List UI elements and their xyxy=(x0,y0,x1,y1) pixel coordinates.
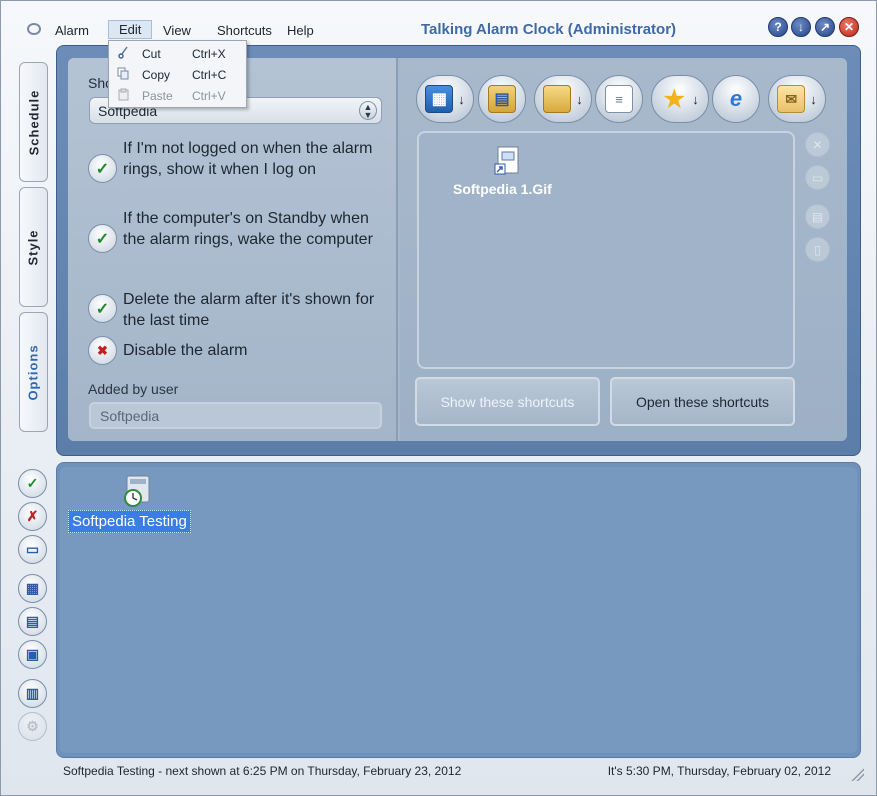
open-folder-icon: ▤ xyxy=(488,85,516,113)
menu-paste-label: Paste xyxy=(142,89,173,103)
spin-arrows-icon[interactable]: ▲ ▼ xyxy=(359,101,377,120)
calendar-list-icon[interactable]: ▤ xyxy=(18,607,47,636)
close-icon[interactable]: ✕ xyxy=(839,17,859,37)
menu-help[interactable]: Help xyxy=(281,22,320,39)
add-program-icon: ▦ xyxy=(425,85,454,113)
tab-schedule-label: Schedule xyxy=(26,89,42,155)
app-window: Alarm Edit View Shortcuts Help Talking A… xyxy=(0,0,877,796)
menu-shortcuts[interactable]: Shortcuts xyxy=(211,22,278,39)
calendar-grid-icon[interactable]: ▦ xyxy=(18,574,47,603)
check-disable-alarm[interactable]: ✖ xyxy=(88,336,117,365)
check-wake-computer[interactable]: ✓ xyxy=(88,224,117,253)
menu-copy[interactable]: Copy Ctrl+C xyxy=(109,64,246,85)
check-delete-after-shown-label: Delete the alarm after it's shown for th… xyxy=(123,291,375,329)
dropdown-arrow-icon: ↓ xyxy=(692,91,699,107)
internet-explorer-icon: e xyxy=(729,86,743,111)
tab-style[interactable]: Style xyxy=(19,187,48,307)
menu-alarm[interactable]: Alarm xyxy=(49,22,95,39)
help-icon[interactable]: ? xyxy=(768,17,788,37)
restore-icon[interactable]: ↗ xyxy=(815,17,835,37)
ok-check-icon[interactable]: ✓ xyxy=(18,469,47,498)
menu-cut-shortcut: Ctrl+X xyxy=(192,47,226,61)
copy-icon xyxy=(117,67,129,80)
menu-paste-shortcut: Ctrl+V xyxy=(192,89,226,103)
check-wake-computer-label: If the computer's on Standby when the al… xyxy=(123,210,373,248)
menu-paste[interactable]: Paste Ctrl+V xyxy=(109,85,246,106)
menu-cut[interactable]: Cut Ctrl+X xyxy=(109,43,246,64)
email-icon: ✉ xyxy=(777,85,806,113)
menu-cut-label: Cut xyxy=(142,47,161,61)
document-icon: ≡ xyxy=(605,85,633,113)
cancel-alarm-icon[interactable]: ✗ xyxy=(18,502,47,531)
tab-options[interactable]: Options xyxy=(19,312,48,432)
status-current-time: It's 5:30 PM, Thursday, February 02, 201… xyxy=(607,764,831,778)
menu-view[interactable]: View xyxy=(157,22,197,39)
internet-button[interactable]: e xyxy=(712,75,760,123)
calendar-window-icon[interactable]: ▥ xyxy=(18,679,47,708)
menu-copy-label: Copy xyxy=(142,68,171,82)
edit-menu: Cut Ctrl+X Copy Ctrl+C Paste Ctrl+V xyxy=(108,40,247,108)
document-button[interactable]: ≡ xyxy=(595,75,643,123)
email-button[interactable]: ✉ ↓ xyxy=(768,75,826,123)
delete-icon[interactable]: ✕ xyxy=(805,132,830,157)
open-folder-button[interactable]: ▤ xyxy=(478,75,526,123)
tab-style-label: Style xyxy=(26,228,42,266)
check-show-on-logon-label: If I'm not logged on when the alarm ring… xyxy=(123,140,373,178)
alarm-clock-icon[interactable] xyxy=(123,475,151,507)
check-disable-alarm-label: Disable the alarm xyxy=(123,342,248,359)
check-delete-after-shown[interactable]: ✓ xyxy=(88,294,117,323)
app-icon[interactable] xyxy=(27,23,41,35)
add-program-button[interactable]: ▦ ↓ xyxy=(416,75,474,123)
added-by-field[interactable]: Softpedia xyxy=(89,402,382,429)
minimize-icon[interactable]: ↓ xyxy=(791,17,811,37)
dropdown-arrow-icon: ↓ xyxy=(576,91,583,107)
menu-edit[interactable]: Edit xyxy=(108,20,153,39)
display-icon[interactable]: ▭ xyxy=(18,535,47,564)
shortcut-file-icon[interactable] xyxy=(494,146,522,176)
paste-icon xyxy=(118,88,129,101)
menu-copy-shortcut: Ctrl+C xyxy=(192,68,227,82)
calendar-day-icon[interactable]: ▣ xyxy=(18,640,47,669)
cut-icon xyxy=(118,46,128,59)
properties-icon[interactable]: ▭ xyxy=(805,165,830,190)
status-next-alarm: Softpedia Testing - next shown at 6:25 P… xyxy=(63,764,462,778)
rename-icon[interactable]: ▤ xyxy=(805,204,830,229)
folder-icon xyxy=(543,85,572,113)
settings-disabled-icon[interactable]: ⚙ xyxy=(18,712,47,741)
resize-grip-icon[interactable] xyxy=(850,767,864,781)
favorites-star-icon: ★ xyxy=(663,85,685,113)
tab-schedule[interactable]: Schedule xyxy=(19,62,48,182)
tab-options-label: Options xyxy=(26,343,42,401)
check-show-on-logon[interactable]: ✓ xyxy=(88,154,117,183)
window-title: Talking Alarm Clock (Administrator) xyxy=(421,21,677,38)
folder-button[interactable]: ↓ xyxy=(534,75,592,123)
copy-icon[interactable]: ▯ xyxy=(805,237,830,262)
open-shortcuts-button[interactable]: Open these shortcuts xyxy=(610,377,795,426)
show-shortcuts-button[interactable]: Show these shortcuts xyxy=(415,377,600,426)
added-by-label: Added by user xyxy=(88,381,179,397)
dropdown-arrow-icon: ↓ xyxy=(458,91,465,107)
shortcut-list[interactable] xyxy=(417,131,795,369)
favorites-button[interactable]: ★ ↓ xyxy=(651,75,709,123)
dropdown-arrow-icon: ↓ xyxy=(810,91,817,107)
shortcut-file-label[interactable]: Softpedia 1.Gif xyxy=(453,181,552,197)
alarm-item-label[interactable]: Softpedia Testing xyxy=(68,510,191,533)
